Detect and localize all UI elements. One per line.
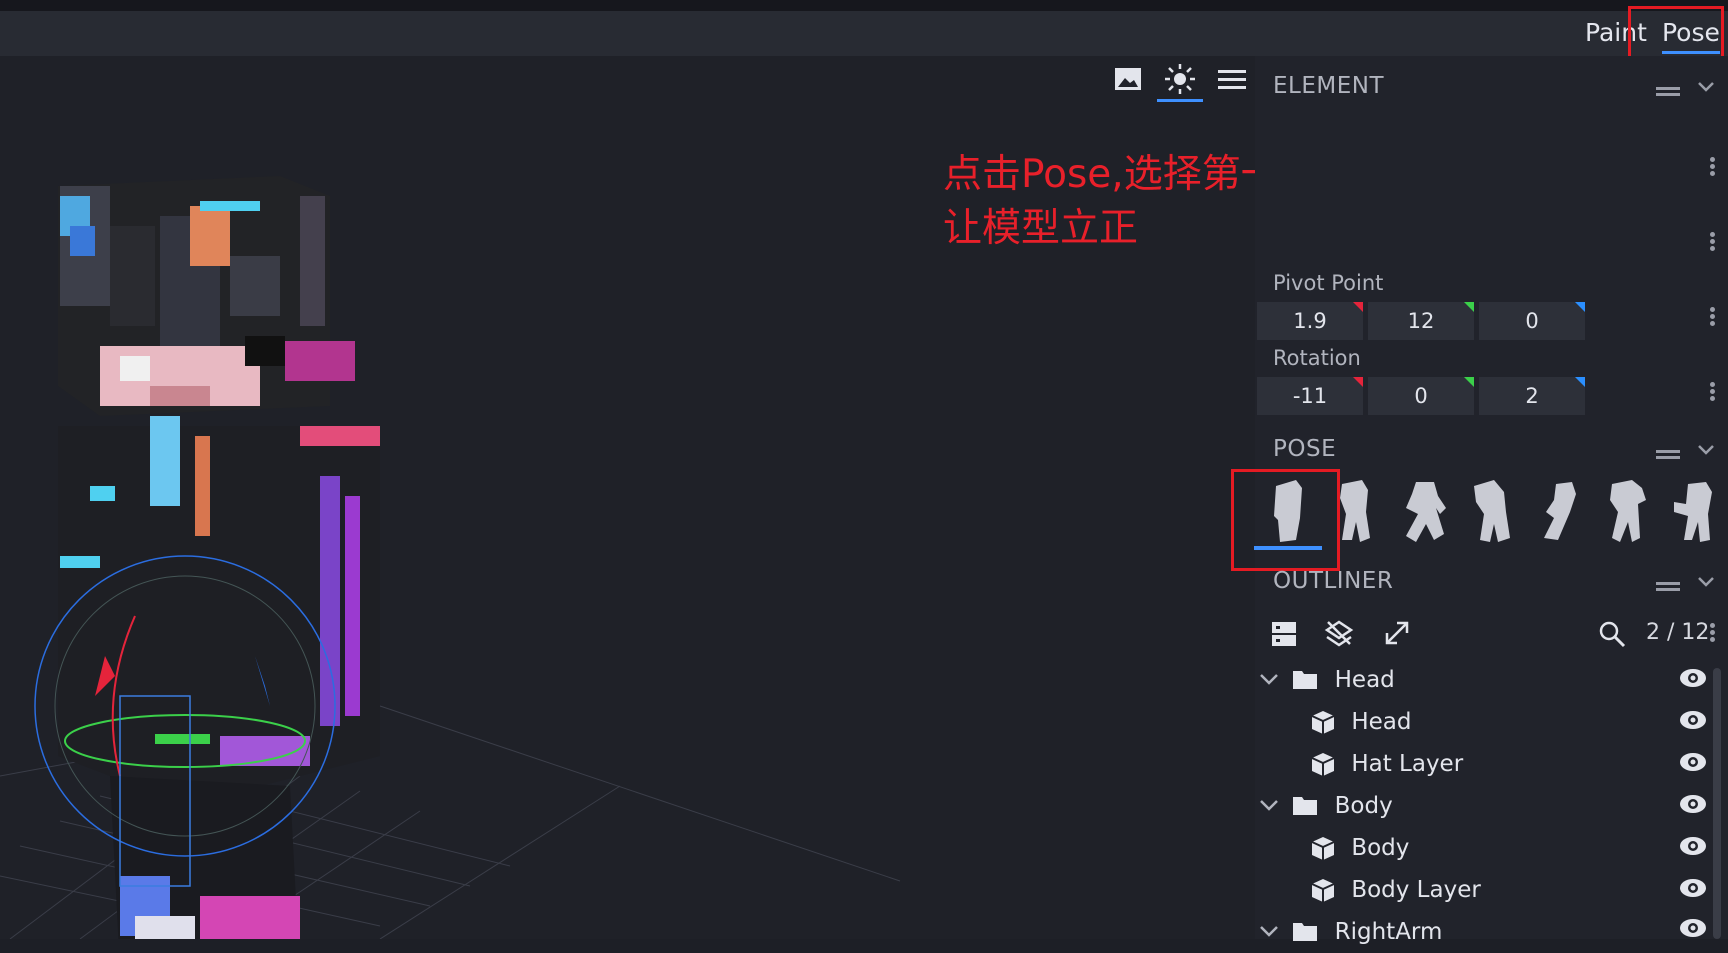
chevron-down-icon[interactable] — [1697, 78, 1715, 97]
eye-icon[interactable] — [1678, 667, 1708, 689]
rotation-z-field[interactable]: 2 — [1479, 377, 1585, 415]
pivot-z-field[interactable]: 0 — [1479, 302, 1585, 340]
more-options-icon[interactable] — [1710, 305, 1716, 328]
rotation-x-field[interactable]: -11 — [1257, 377, 1363, 415]
chevron-down-icon[interactable] — [1697, 573, 1715, 592]
folder-icon — [1293, 797, 1318, 815]
eye-icon[interactable] — [1678, 793, 1708, 815]
eye-icon[interactable] — [1678, 877, 1708, 899]
tree-item-label: Head — [1351, 709, 1412, 735]
chevron-down-icon[interactable] — [1258, 659, 1280, 701]
tree-item-rightarm-group[interactable]: RightArm — [1258, 911, 1442, 953]
rotation-z-value: 2 — [1525, 384, 1539, 408]
rotation-x-value: -11 — [1292, 384, 1328, 408]
pose-point-icon[interactable] — [1598, 478, 1658, 548]
search-icon[interactable] — [1598, 620, 1626, 652]
tree-item-head-group[interactable]: Head — [1258, 659, 1395, 701]
eye-icon[interactable] — [1678, 751, 1708, 773]
expand-icon[interactable] — [1382, 618, 1412, 652]
pivot-x-value: 1.9 — [1293, 309, 1327, 333]
chevron-down-icon[interactable] — [1258, 911, 1280, 953]
tree-item-head-cube[interactable]: Head — [1310, 701, 1411, 743]
tree-item-label: Body Layer — [1351, 877, 1481, 903]
tree-item-label: Body — [1334, 793, 1393, 819]
hide-layers-icon[interactable] — [1324, 618, 1354, 652]
tree-item-body-layer[interactable]: Body Layer — [1310, 869, 1481, 911]
tree-item-label: Head — [1334, 667, 1395, 693]
chevron-down-icon[interactable] — [1697, 441, 1715, 460]
more-options-icon[interactable] — [1710, 380, 1716, 403]
more-options-icon[interactable] — [1710, 155, 1716, 178]
tree-item-body-group[interactable]: Body — [1258, 785, 1393, 827]
eye-icon[interactable] — [1678, 709, 1708, 731]
outliner-panel-title: OUTLINER — [1273, 568, 1394, 594]
folder-icon — [1293, 923, 1318, 941]
pose-run-icon[interactable] — [1394, 478, 1454, 548]
element-panel-title: ELEMENT — [1273, 73, 1385, 99]
cube-icon — [1311, 711, 1335, 734]
outliner-scrollbar[interactable] — [1713, 668, 1721, 939]
eye-icon[interactable] — [1678, 917, 1708, 939]
annotation-highlight-pose — [1231, 469, 1340, 571]
collapse-handle-icon[interactable] — [1656, 577, 1680, 596]
rotation-y-value: 0 — [1414, 384, 1428, 408]
pivot-point-label: Pivot Point — [1273, 271, 1384, 295]
pose-panel-title: POSE — [1273, 436, 1337, 462]
more-options-icon[interactable] — [1710, 621, 1716, 644]
rotation-y-field[interactable]: 0 — [1368, 377, 1474, 415]
tree-item-label: Body — [1351, 835, 1410, 861]
rotation-label: Rotation — [1273, 346, 1361, 370]
collapse-handle-icon[interactable] — [1656, 445, 1680, 464]
cube-icon — [1311, 837, 1335, 860]
outliner-count: 2 / 12 — [1646, 620, 1710, 645]
pivot-y-field[interactable]: 12 — [1368, 302, 1474, 340]
pose-crouch-icon[interactable] — [1462, 478, 1522, 548]
add-group-icon[interactable] — [1270, 620, 1298, 652]
pivot-x-field[interactable]: 1.9 — [1257, 302, 1363, 340]
tree-item-hat-layer[interactable]: Hat Layer — [1310, 743, 1463, 785]
more-options-icon[interactable] — [1710, 230, 1716, 253]
folder-icon — [1293, 671, 1318, 689]
tree-item-body-cube[interactable]: Body — [1310, 827, 1409, 869]
collapse-handle-icon[interactable] — [1656, 82, 1680, 101]
chevron-down-icon[interactable] — [1258, 785, 1280, 827]
cube-icon — [1311, 879, 1335, 902]
cube-icon — [1311, 753, 1335, 776]
eye-icon[interactable] — [1678, 835, 1708, 857]
tree-item-label: RightArm — [1334, 919, 1443, 945]
pivot-y-value: 12 — [1407, 309, 1435, 333]
tree-item-label: Hat Layer — [1351, 751, 1464, 777]
pose-wave-icon[interactable] — [1530, 478, 1590, 548]
pivot-z-value: 0 — [1525, 309, 1539, 333]
pose-reach-icon[interactable] — [1664, 478, 1724, 548]
